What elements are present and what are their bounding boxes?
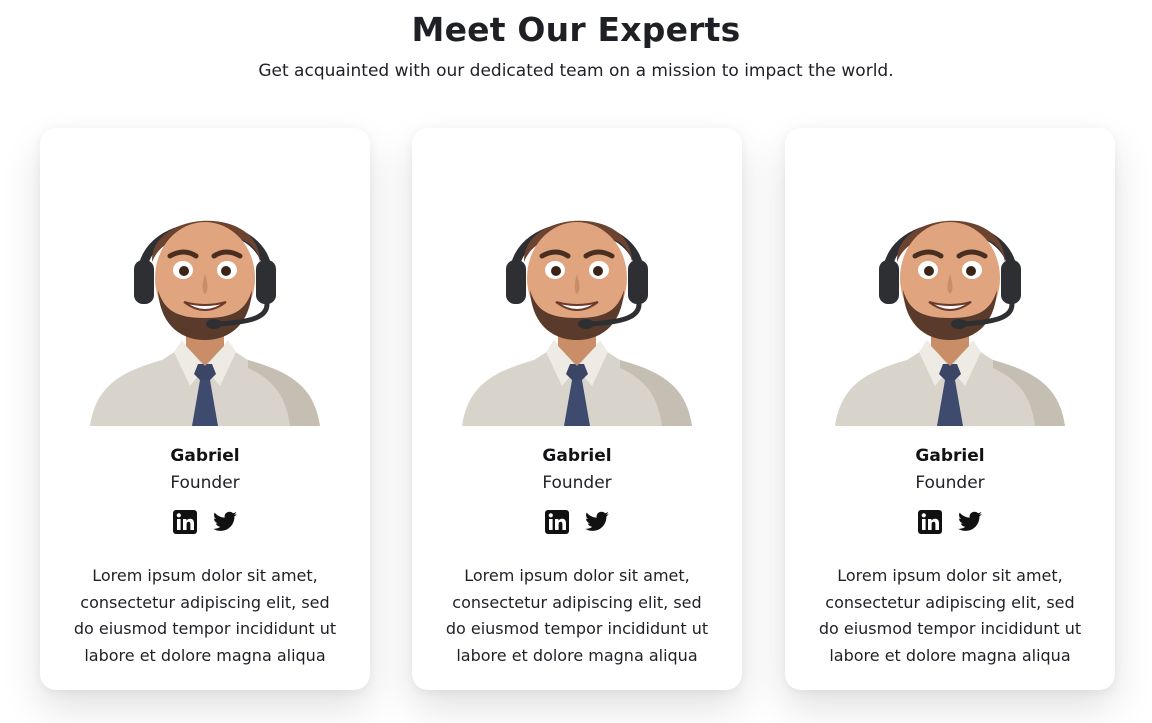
member-name: Gabriel: [915, 446, 985, 466]
member-bio: Lorem ipsum dolor sit amet, consectetur …: [445, 566, 709, 665]
twitter-link[interactable]: [584, 509, 610, 535]
twitter-icon: [585, 511, 609, 531]
member-avatar: [462, 190, 692, 426]
twitter-link[interactable]: [957, 509, 983, 535]
linkedin-icon: [918, 510, 942, 534]
linkedin-link[interactable]: [172, 509, 198, 535]
linkedin-icon: [545, 510, 569, 534]
support-agent-avatar-icon: [462, 220, 692, 426]
team-card: Gabriel Founder Lorem ipsum dolor sit am…: [412, 128, 742, 690]
member-bio: Lorem ipsum dolor sit amet, consectetur …: [818, 566, 1082, 665]
twitter-link[interactable]: [212, 509, 238, 535]
member-bio: Lorem ipsum dolor sit amet, consectetur …: [73, 566, 337, 665]
member-name: Gabriel: [542, 446, 612, 466]
social-links: [412, 509, 742, 535]
social-links: [785, 509, 1115, 535]
twitter-icon: [958, 511, 982, 531]
member-role: Founder: [542, 473, 612, 493]
section-subtitle: Get acquainted with our dedicated team o…: [258, 61, 894, 81]
team-section: Meet Our Experts Get acquainted with our…: [0, 0, 1152, 723]
social-links: [40, 509, 370, 535]
team-card: Gabriel Founder Lorem ipsum dolor sit am…: [785, 128, 1115, 690]
linkedin-icon: [173, 510, 197, 534]
support-agent-avatar-icon: [90, 220, 320, 426]
section-title: Meet Our Experts: [411, 10, 741, 49]
member-name: Gabriel: [170, 446, 240, 466]
member-role: Founder: [170, 473, 240, 493]
member-avatar: [835, 190, 1065, 426]
team-card: Gabriel Founder Lorem ipsum dolor sit am…: [40, 128, 370, 690]
linkedin-link[interactable]: [917, 509, 943, 535]
support-agent-avatar-icon: [835, 220, 1065, 426]
member-avatar: [90, 190, 320, 426]
member-role: Founder: [915, 473, 985, 493]
twitter-icon: [213, 511, 237, 531]
team-card-list: Gabriel Founder Lorem ipsum dolor sit am…: [40, 128, 1116, 690]
linkedin-link[interactable]: [544, 509, 570, 535]
